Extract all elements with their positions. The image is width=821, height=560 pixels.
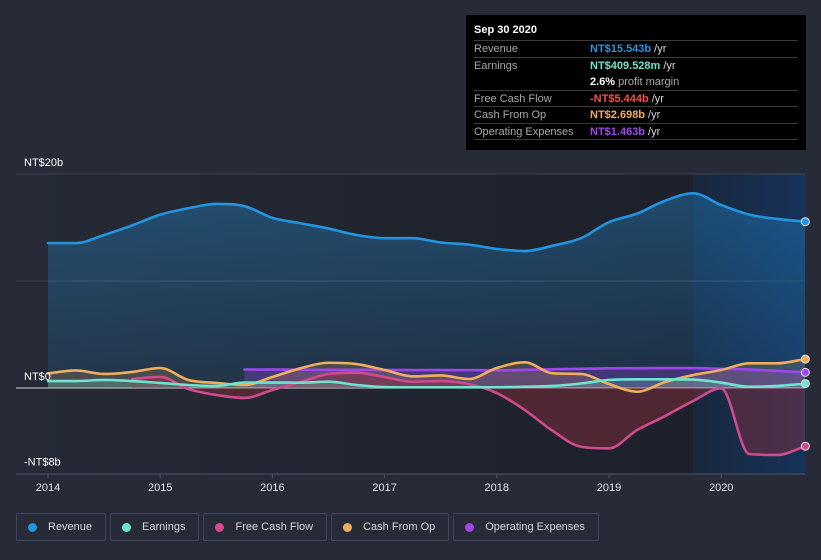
x-tick-label: 2017 xyxy=(372,482,396,494)
x-tick-label: 2014 xyxy=(36,482,60,494)
x-tick-label: 2020 xyxy=(709,482,733,494)
legend-dot-icon xyxy=(343,522,353,532)
legend: Revenue Earnings Free Cash Flow Cash Fro… xyxy=(16,513,599,541)
legend-label: Operating Expenses xyxy=(485,521,585,533)
tooltip-row-free-cash-flow: Free Cash Flow -NT$5.444b /yr xyxy=(474,91,798,107)
tooltip-value-operating-expenses: NT$1.463b xyxy=(590,125,646,138)
legend-dot-icon xyxy=(122,522,132,532)
tooltip-row-cash-from-op: Cash From Op NT$2.698b /yr xyxy=(474,107,798,124)
tooltip: Sep 30 2020 Revenue NT$15.543b /yr Earni… xyxy=(466,15,806,150)
legend-label: Revenue xyxy=(48,521,93,533)
tooltip-value-cash-from-op: NT$2.698b xyxy=(590,109,646,121)
tooltip-row-operating-expenses: Operating Expenses NT$1.463b /yr xyxy=(474,124,798,140)
tooltip-label: Operating Expenses xyxy=(474,125,574,138)
endpoint-earnings xyxy=(800,379,810,389)
tooltip-row-revenue: Revenue NT$15.543b /yr xyxy=(474,41,798,58)
x-tick-label: 2018 xyxy=(485,482,509,494)
tooltip-label: Earnings xyxy=(474,59,518,72)
x-tick-label: 2019 xyxy=(597,482,621,494)
endpoint-operating-expenses xyxy=(800,367,810,377)
tooltip-profit-margin-value: 2.6% xyxy=(590,76,616,88)
endpoint-cash-from-op xyxy=(800,354,810,364)
y-tick-label: NT$20b xyxy=(24,157,63,169)
tooltip-unit: /yr xyxy=(654,43,667,55)
x-axis: 2014 2015 2016 2017 2018 2019 2020 xyxy=(16,473,805,494)
tooltip-unit: /yr xyxy=(663,59,676,72)
legend-item-earnings[interactable]: Earnings xyxy=(110,513,200,541)
legend-item-revenue[interactable]: Revenue xyxy=(16,513,107,541)
tooltip-row-earnings: Earnings NT$409.528m /yr xyxy=(474,58,798,75)
x-tick-label: 2015 xyxy=(148,482,172,494)
endpoint-free-cash-flow xyxy=(800,441,810,451)
legend-item-operating-expenses[interactable]: Operating Expenses xyxy=(453,513,599,541)
tooltip-value-earnings: NT$409.528m xyxy=(590,59,661,72)
tooltip-value-revenue: NT$15.543b xyxy=(590,43,652,55)
tooltip-unit: /yr xyxy=(651,92,664,105)
y-tick-label: NT$0 xyxy=(24,371,51,383)
legend-label: Free Cash Flow xyxy=(235,521,314,533)
legend-dot-icon xyxy=(28,522,37,532)
legend-dot-icon xyxy=(465,522,475,532)
legend-item-free-cash-flow[interactable]: Free Cash Flow xyxy=(203,513,328,541)
tooltip-label xyxy=(474,74,590,90)
legend-dot-icon xyxy=(215,522,225,532)
tooltip-label: Free Cash Flow xyxy=(474,92,552,105)
tooltip-date: Sep 30 2020 xyxy=(474,15,798,41)
x-tick-label: 2016 xyxy=(260,482,284,494)
endpoint-revenue xyxy=(800,217,810,227)
tooltip-unit: /yr xyxy=(648,109,661,121)
tooltip-label: Cash From Op xyxy=(474,109,547,121)
legend-label: Cash From Op xyxy=(363,521,436,533)
legend-item-cash-from-op[interactable]: Cash From Op xyxy=(331,513,450,541)
y-tick-label: -NT$8b xyxy=(24,457,61,469)
tooltip-label: Revenue xyxy=(474,43,519,55)
tooltip-row-profit-margin: 2.6% profit margin xyxy=(474,74,798,91)
legend-label: Earnings xyxy=(142,521,186,533)
tooltip-unit: /yr xyxy=(648,125,661,138)
tooltip-value-free-cash-flow: -NT$5.444b xyxy=(590,92,649,105)
tooltip-profit-margin-text: profit margin xyxy=(618,76,680,88)
